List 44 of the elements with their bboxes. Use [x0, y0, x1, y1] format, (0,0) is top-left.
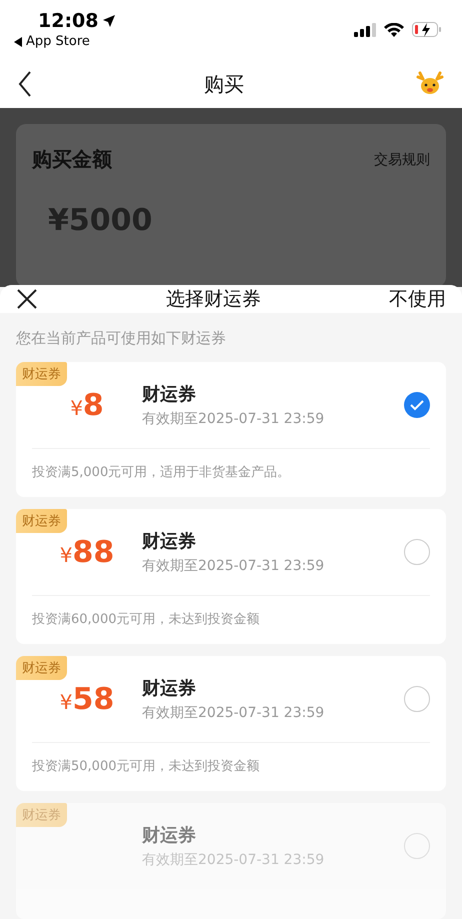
hint-text: 您在当前产品可使用如下财运券	[15, 328, 227, 349]
signal-icon	[354, 22, 376, 36]
coupon-condition: 投资满60,000元可用，未达到投资金额	[32, 595, 430, 644]
coupon-expiry: 有效期至2025-07-31 23:59	[142, 704, 326, 722]
clock-time: 12:08	[14, 10, 116, 32]
back-to-app-link[interactable]: App Store	[14, 34, 116, 49]
select-radio[interactable]	[404, 686, 430, 712]
coupon-name: 财运券	[142, 677, 197, 700]
battery-charging-icon	[412, 22, 442, 37]
select-radio[interactable]	[404, 833, 430, 859]
sheet-title: 选择财运券	[166, 287, 261, 312]
coupon-amount: 58	[72, 682, 114, 716]
coupon-name: 财运券	[142, 383, 197, 406]
purchase-amount: ¥5000	[47, 203, 154, 238]
coupon-expiry: 有效期至2025-07-31 23:59	[142, 410, 326, 428]
coupon-expiry: 有效期至2025-07-31 23:59	[142, 557, 326, 575]
location-arrow-icon	[102, 14, 116, 28]
currency-sign: ¥	[60, 542, 72, 566]
close-button[interactable]	[16, 288, 38, 310]
coupon-condition: 投资满50,000元可用，未达到投资金额	[32, 742, 430, 791]
coupon-expiry: 有效期至2025-07-31 23:59	[142, 851, 326, 869]
section-title: 购买金额	[32, 146, 112, 173]
coupon-card[interactable]: 财运券 ¥8 财运券 有效期至2025-07-31 23:59 投资满5,000元可用，适用于非货基金产品。	[16, 362, 446, 497]
coupon-tag: 财运券	[16, 362, 67, 386]
currency-sign: ¥	[70, 396, 83, 420]
coupon-name: 财运券	[142, 530, 197, 553]
currency-sign: ¥	[60, 690, 72, 714]
select-radio[interactable]	[404, 539, 430, 565]
coupon-name: 财运券	[142, 824, 197, 847]
coupon-card[interactable]: 财运券 ¥88 财运券 有效期至2025-07-31 23:59 投资满60,000元可用，未达到投资金额	[16, 509, 446, 644]
coupon-tag: 财运券	[16, 656, 67, 680]
wifi-icon	[384, 22, 404, 36]
skip-button[interactable]: 不使用	[389, 286, 446, 312]
coupon-tag: 财运券	[16, 509, 67, 533]
back-icon[interactable]	[18, 71, 32, 97]
select-radio[interactable]	[404, 392, 430, 418]
coupon-card[interactable]: 财运券 ¥58 财运券 有效期至2025-07-31 23:59 投资满50,000元可用，未达到投资金额	[16, 656, 446, 791]
deer-mascot-icon[interactable]	[416, 71, 444, 97]
coupon-amount: 8	[82, 388, 104, 422]
coupon-amount: 88	[72, 534, 114, 570]
coupon-condition: 投资满5,000元可用，适用于非货基金产品。	[32, 448, 430, 497]
page-title: 购买	[204, 70, 244, 98]
checkmark-icon	[410, 400, 424, 410]
back-triangle-icon	[14, 36, 22, 46]
